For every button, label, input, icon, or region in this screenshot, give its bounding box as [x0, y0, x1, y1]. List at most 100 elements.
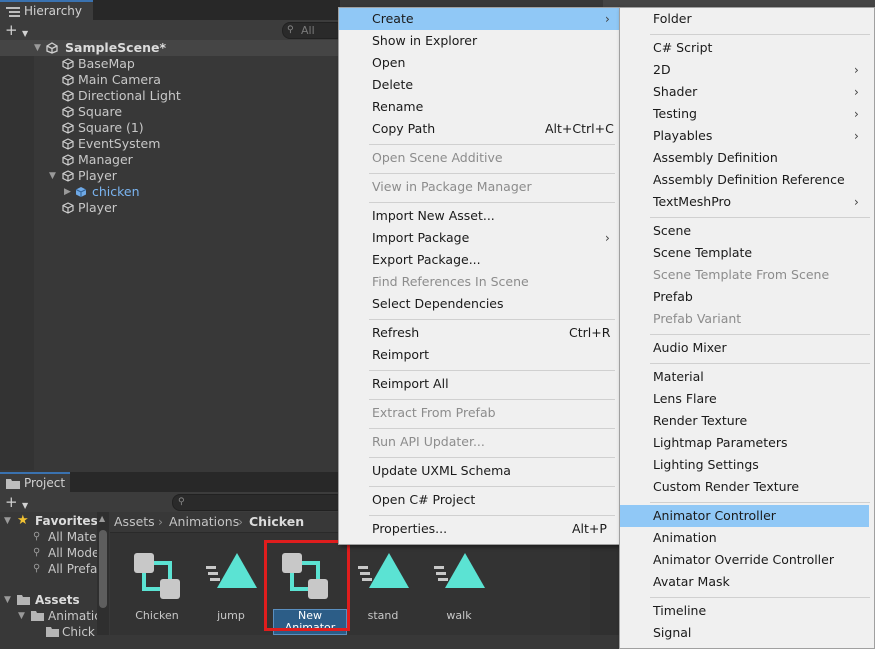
asset-item[interactable]: stand — [352, 533, 422, 635]
submenu-item-timeline[interactable]: Timeline — [620, 600, 874, 622]
breadcrumb-item[interactable]: Animations — [169, 512, 239, 532]
hierarchy-item-label: Main Camera — [78, 72, 161, 87]
submenu-item-scene[interactable]: Scene — [620, 220, 874, 242]
submenu-item-playables[interactable]: Playables › — [620, 125, 874, 147]
create-asset-button[interactable]: + ▼ — [5, 494, 31, 512]
breadcrumb-item[interactable]: Chicken — [249, 512, 304, 532]
asset-item[interactable]: jump — [196, 533, 266, 635]
asset-item[interactable]: Chicken — [122, 533, 192, 635]
collapse-arrow-icon[interactable]: ▶ — [64, 184, 71, 200]
project-search-input[interactable]: ⚲ — [172, 494, 344, 511]
menu-item-shortcut: Alt+Ctrl+C — [545, 121, 614, 136]
expand-arrow-icon[interactable]: ▼ — [4, 513, 11, 529]
submenu-item-audio-mixer[interactable]: Audio Mixer — [620, 337, 874, 359]
scroll-up-arrow-icon[interactable]: ▲ — [99, 514, 105, 523]
folder-label: Animatic — [48, 609, 101, 623]
tab-project[interactable]: Project — [0, 472, 70, 492]
menu-separator — [369, 457, 615, 458]
folder-label: Chick — [62, 625, 95, 639]
menu-item-label: Lightmap Parameters — [653, 435, 788, 450]
menu-item-properties[interactable]: Properties... Alt+P — [339, 518, 619, 540]
scene-name: SampleScene* — [65, 40, 166, 55]
folder-icon — [31, 611, 44, 621]
menu-item-update-uxml-schema[interactable]: Update UXML Schema — [339, 460, 619, 482]
hierarchy-search-input[interactable]: ⚲ All — [282, 22, 344, 39]
add-object-button[interactable]: + ▼ — [5, 22, 31, 40]
submenu-item-avatar-mask[interactable]: Avatar Mask — [620, 571, 874, 593]
menu-item-label: Custom Render Texture — [653, 479, 800, 494]
hierarchy-item[interactable]: Square (1) — [0, 120, 340, 136]
favorites-item-label: All Mode — [48, 546, 100, 560]
submenu-item-render-texture[interactable]: Render Texture — [620, 410, 874, 432]
menu-item-export-package[interactable]: Export Package... — [339, 249, 619, 271]
scrollbar-thumb[interactable] — [99, 530, 107, 608]
menu-item-create[interactable]: Create › — [339, 8, 619, 30]
expand-arrow-icon[interactable]: ▼ — [4, 592, 11, 608]
submenu-item-folder[interactable]: Folder — [620, 8, 874, 30]
menu-item-import-new-asset[interactable]: Import New Asset... — [339, 205, 619, 227]
hierarchy-item-label: Square — [78, 104, 123, 119]
submenu-item-assembly-definition[interactable]: Assembly Definition — [620, 147, 874, 169]
menu-item-select-dependencies[interactable]: Select Dependencies — [339, 293, 619, 315]
menu-item-label: Reimport — [372, 347, 430, 362]
expand-arrow-icon[interactable]: ▼ — [18, 608, 25, 624]
asset-item[interactable]: walk — [428, 533, 498, 635]
animation-clip-icon — [358, 553, 409, 588]
scene-row[interactable]: ▼ SampleScene* — [0, 40, 340, 56]
hierarchy-item[interactable]: BaseMap — [0, 56, 340, 72]
hierarchy-item[interactable]: Square — [0, 104, 340, 120]
menu-item-find-references: Find References In Scene — [339, 271, 619, 293]
menu-item-delete[interactable]: Delete — [339, 74, 619, 96]
submenu-item-csharp-script[interactable]: C# Script — [620, 37, 874, 59]
submenu-item-prefab-variant: Prefab Variant — [620, 308, 874, 330]
menu-item-label: Signal — [653, 625, 692, 640]
hierarchy-item[interactable]: ▼ Player — [0, 168, 340, 184]
hierarchy-item[interactable]: Player — [0, 200, 340, 216]
submenu-item-scene-template[interactable]: Scene Template — [620, 242, 874, 264]
hierarchy-item[interactable]: Directional Light — [0, 88, 340, 104]
submenu-item-assembly-definition-reference[interactable]: Assembly Definition Reference — [620, 169, 874, 191]
submenu-item-shader[interactable]: Shader › — [620, 81, 874, 103]
menu-item-label: Testing — [653, 106, 697, 121]
search-icon: ⚲ — [287, 25, 294, 35]
submenu-item-lighting-settings[interactable]: Lighting Settings — [620, 454, 874, 476]
submenu-item-textmeshpro[interactable]: TextMeshPro › — [620, 191, 874, 213]
menu-item-show-in-explorer[interactable]: Show in Explorer — [339, 30, 619, 52]
expand-arrow-icon[interactable]: ▼ — [34, 40, 41, 56]
submenu-item-2d[interactable]: 2D › — [620, 59, 874, 81]
tab-hierarchy[interactable]: Hierarchy — [0, 0, 93, 20]
hierarchy-item[interactable]: EventSystem — [0, 136, 340, 152]
hierarchy-item[interactable]: Manager — [0, 152, 340, 168]
submenu-item-animation[interactable]: Animation — [620, 527, 874, 549]
submenu-item-lightmap-parameters[interactable]: Lightmap Parameters — [620, 432, 874, 454]
submenu-item-custom-render-texture[interactable]: Custom Render Texture — [620, 476, 874, 498]
submenu-item-lens-flare[interactable]: Lens Flare — [620, 388, 874, 410]
submenu-item-animator-controller[interactable]: Animator Controller — [620, 505, 869, 527]
animator-controller-icon — [134, 553, 180, 599]
menu-item-refresh[interactable]: Refresh Ctrl+R — [339, 322, 619, 344]
menu-item-open[interactable]: Open — [339, 52, 619, 74]
menu-separator — [650, 597, 870, 598]
submenu-item-prefab[interactable]: Prefab — [620, 286, 874, 308]
menu-separator — [650, 334, 870, 335]
submenu-item-material[interactable]: Material — [620, 366, 874, 388]
menu-item-label: Open — [372, 55, 406, 70]
expand-arrow-icon[interactable]: ▼ — [49, 168, 56, 184]
hierarchy-item[interactable]: Main Camera — [0, 72, 340, 88]
menu-item-reimport-all[interactable]: Reimport All — [339, 373, 619, 395]
submenu-item-testing[interactable]: Testing › — [620, 103, 874, 125]
submenu-item-signal[interactable]: Signal — [620, 622, 874, 644]
menu-item-open-csharp-project[interactable]: Open C# Project — [339, 489, 619, 511]
menu-item-reimport[interactable]: Reimport — [339, 344, 619, 366]
list-icon — [6, 7, 20, 17]
chevron-right-icon: › — [854, 107, 859, 121]
menu-item-label: Prefab Variant — [653, 311, 742, 326]
menu-item-rename[interactable]: Rename — [339, 96, 619, 118]
submenu-item-animator-override-controller[interactable]: Animator Override Controller — [620, 549, 874, 571]
hierarchy-item[interactable]: ▶ chicken — [0, 184, 340, 200]
menu-item-copy-path[interactable]: Copy Path Alt+Ctrl+C — [339, 118, 619, 140]
menu-item-label: Audio Mixer — [653, 340, 727, 355]
breadcrumb-item[interactable]: Assets — [114, 512, 155, 532]
favorites-item-label: All Mate — [48, 530, 97, 544]
menu-item-import-package[interactable]: Import Package › — [339, 227, 619, 249]
